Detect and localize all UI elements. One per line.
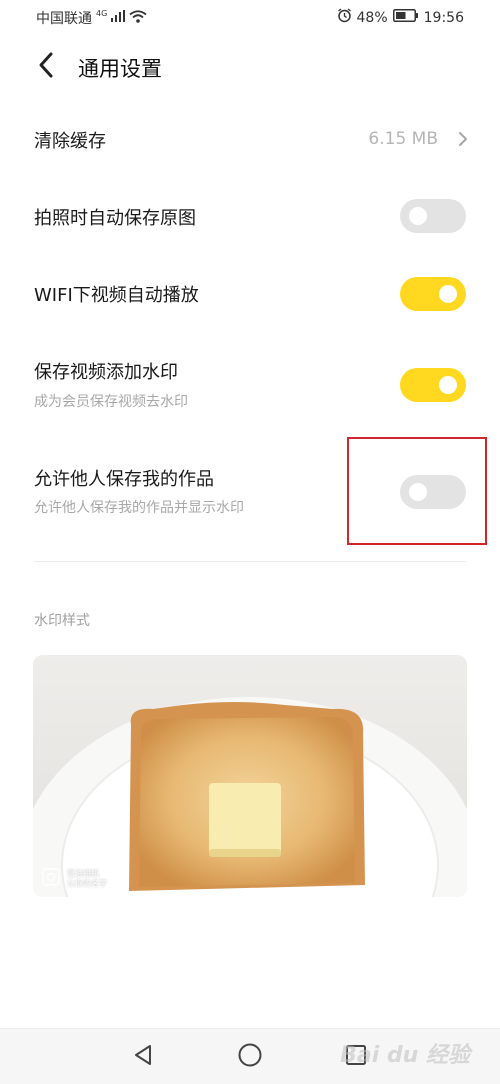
nav-back-button[interactable]: [129, 1043, 157, 1071]
carrier-label: 中国联通: [36, 11, 92, 27]
page-title: 通用设置: [78, 57, 162, 81]
status-left: 中国联通 4G: [36, 8, 147, 28]
highlight-annotation: [347, 437, 487, 545]
system-nav-bar: Bai du 经验: [0, 1028, 500, 1084]
video-watermark-subtitle: 成为会员保存视频去水印: [34, 394, 188, 410]
back-arrow-icon: [37, 51, 55, 83]
video-watermark-row: 保存视频添加水印 成为会员保存视频去水印: [0, 350, 500, 420]
alarm-icon: [337, 8, 352, 27]
wifi-icon: [129, 9, 147, 27]
watermark-line1: 富油相机: [67, 869, 99, 878]
status-bar: 中国联通 4G 48% 19:56: [0, 0, 500, 34]
header: 通用设置: [0, 44, 500, 90]
cache-size-value: 6.15 MB: [368, 129, 438, 149]
nav-home-button[interactable]: [236, 1043, 264, 1071]
watermark-line2: 认你的名字: [67, 879, 107, 888]
watermark-section-label: 水印样式: [34, 613, 90, 629]
allow-others-save-label: 允许他人保存我的作品: [34, 469, 214, 490]
wifi-autoplay-toggle[interactable]: [400, 277, 466, 311]
divider: [34, 561, 466, 562]
auto-save-original-row: 拍照时自动保存原图: [0, 188, 500, 244]
toast-photo: [33, 655, 467, 897]
video-watermark-toggle[interactable]: [400, 368, 466, 402]
toggle-knob: [409, 207, 427, 225]
clear-cache-row[interactable]: 清除缓存 6.15 MB: [0, 112, 500, 168]
back-button[interactable]: [28, 49, 64, 85]
baidu-watermark: Bai du 经验: [340, 1043, 470, 1068]
network-type: 4G: [96, 9, 108, 18]
battery-icon: [392, 9, 419, 26]
video-watermark-label: 保存视频添加水印: [34, 362, 178, 383]
watermark-preview-image: 富油相机 认你的名字: [33, 655, 467, 897]
clock: 19:56: [423, 9, 464, 26]
triangle-back-icon: [132, 1043, 154, 1071]
signal-icon: [111, 10, 126, 26]
auto-save-original-toggle[interactable]: [400, 199, 466, 233]
status-right: 48% 19:56: [337, 8, 464, 27]
wifi-autoplay-row: WIFI下视频自动播放: [0, 266, 500, 322]
watermark-stamp-text: 富油相机 认你的名字: [67, 869, 107, 889]
circle-home-icon: [237, 1042, 263, 1072]
chevron-right-icon: [458, 130, 468, 152]
clear-cache-label: 清除缓存: [34, 131, 106, 152]
toggle-knob: [439, 285, 457, 303]
battery-percent: 48%: [356, 9, 388, 26]
allow-others-save-subtitle: 允许他人保存我的作品并显示水印: [34, 500, 244, 516]
toggle-knob: [439, 376, 457, 394]
wifi-autoplay-label: WIFI下视频自动播放: [34, 285, 199, 306]
camera-logo-icon: [41, 867, 61, 891]
watermark-stamp: 富油相机 认你的名字: [41, 867, 107, 891]
auto-save-original-label: 拍照时自动保存原图: [34, 208, 196, 229]
